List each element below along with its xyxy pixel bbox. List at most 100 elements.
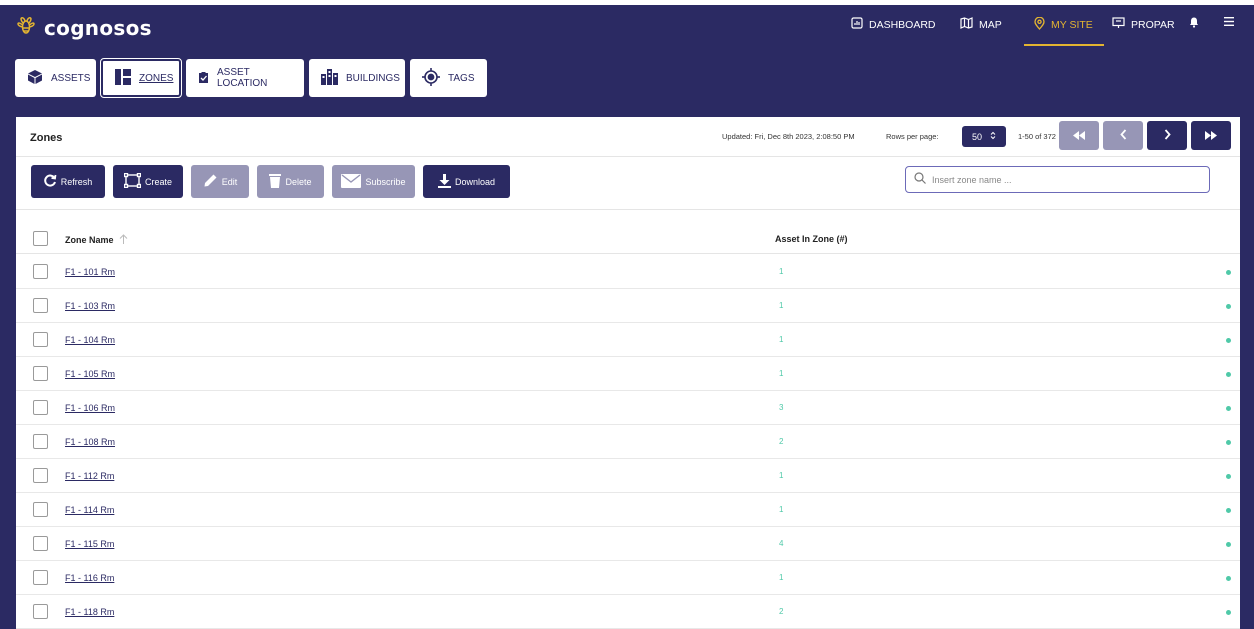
- table-row[interactable]: F1 - 104 Rm 1: [16, 323, 1240, 357]
- row-checkbox[interactable]: [33, 332, 48, 347]
- nav-my-site-label: MY SITE: [1051, 19, 1093, 31]
- table-row[interactable]: F1 - 105 Rm 1: [16, 357, 1240, 391]
- rows-per-page-label: Rows per page:: [886, 132, 939, 141]
- tab-asset-location[interactable]: ASSET LOCATION: [186, 59, 304, 97]
- zone-name-link[interactable]: F1 - 108 Rm: [65, 437, 115, 447]
- crosshair-target-icon: [422, 67, 440, 89]
- row-checkbox[interactable]: [33, 264, 48, 279]
- sort-arrow-up-icon: [119, 234, 128, 246]
- table-row[interactable]: F1 - 114 Rm 1: [16, 493, 1240, 527]
- row-checkbox[interactable]: [33, 468, 48, 483]
- envelope-icon: [341, 173, 362, 190]
- nav-map-label: MAP: [979, 18, 1002, 31]
- first-page-button[interactable]: [1059, 121, 1099, 150]
- asset-count: 1: [779, 573, 784, 582]
- column-header-asset-count[interactable]: Asset In Zone (#): [775, 234, 848, 244]
- table-row[interactable]: F1 - 115 Rm 4: [16, 527, 1240, 561]
- last-page-button[interactable]: [1191, 121, 1231, 150]
- tab-tags[interactable]: TAGS: [410, 59, 487, 97]
- notifications-bell-icon[interactable]: [1189, 17, 1199, 28]
- asset-count: 1: [779, 301, 784, 310]
- zone-name-link[interactable]: F1 - 103 Rm: [65, 301, 115, 311]
- tab-zones[interactable]: ZONES: [100, 58, 182, 98]
- buildings-icon: [321, 68, 338, 88]
- zone-name-link[interactable]: F1 - 114 Rm: [65, 505, 114, 515]
- row-checkbox[interactable]: [33, 570, 48, 585]
- table-row[interactable]: F1 - 106 Rm 3: [16, 391, 1240, 425]
- nav-my-site[interactable]: MY SITE: [1034, 16, 1093, 33]
- brand-logo[interactable]: cognosos: [14, 13, 152, 42]
- rows-per-page-value: 50: [971, 131, 982, 142]
- previous-page-button[interactable]: [1103, 121, 1143, 150]
- table-row[interactable]: F1 - 116 Rm 1: [16, 561, 1240, 595]
- search-input[interactable]: [932, 174, 1192, 185]
- asset-count: 1: [779, 471, 784, 480]
- toolbar-divider: [16, 209, 1240, 210]
- status-dot-icon: [1226, 304, 1231, 309]
- table-row[interactable]: F1 - 118 Rm 2: [16, 595, 1240, 629]
- rows-per-page-select[interactable]: 50: [962, 126, 1006, 147]
- nav-dashboard[interactable]: DASHBOARD: [851, 17, 936, 32]
- status-dot-icon: [1226, 270, 1231, 275]
- row-checkbox[interactable]: [33, 502, 48, 517]
- zone-name-link[interactable]: F1 - 115 Rm: [65, 539, 114, 549]
- tab-zones-label: ZONES: [139, 72, 174, 84]
- tab-buildings-label: BUILDINGS: [346, 72, 400, 84]
- refresh-icon: [43, 174, 57, 189]
- row-checkbox[interactable]: [33, 536, 48, 551]
- nav-dashboard-label: DASHBOARD: [869, 18, 936, 31]
- hamburger-menu-icon[interactable]: [1224, 17, 1234, 26]
- next-page-button[interactable]: [1147, 121, 1187, 150]
- status-dot-icon: [1226, 406, 1231, 411]
- create-button[interactable]: Create: [113, 165, 183, 198]
- chart-icon: [851, 17, 863, 32]
- nav-active-indicator: [1024, 44, 1104, 46]
- status-dot-icon: [1226, 610, 1231, 615]
- tab-tags-label: TAGS: [448, 72, 475, 84]
- delete-button[interactable]: Delete: [257, 165, 324, 198]
- create-label: Create: [144, 176, 172, 187]
- row-checkbox[interactable]: [33, 604, 48, 619]
- table-row[interactable]: F1 - 108 Rm 2: [16, 425, 1240, 459]
- pencil-icon: [203, 173, 218, 190]
- search-icon: [914, 171, 926, 189]
- row-checkbox[interactable]: [33, 298, 48, 313]
- updown-chevron-icon: [990, 131, 996, 142]
- table-row[interactable]: F1 - 101 Rm 1: [16, 255, 1240, 289]
- refresh-button[interactable]: Refresh: [31, 165, 105, 198]
- zone-name-link[interactable]: F1 - 105 Rm: [65, 369, 115, 379]
- download-button[interactable]: Download: [423, 165, 510, 198]
- zone-name-link[interactable]: F1 - 118 Rm: [65, 607, 114, 617]
- asset-count: 1: [779, 335, 784, 344]
- zone-name-link[interactable]: F1 - 112 Rm: [65, 471, 114, 481]
- status-dot-icon: [1226, 542, 1231, 547]
- subscribe-button[interactable]: Subscribe: [332, 165, 415, 198]
- double-left-arrow-icon: [1073, 129, 1085, 143]
- nav-propar[interactable]: PROPAR: [1112, 17, 1175, 32]
- tab-asset-location-label: ASSET LOCATION: [217, 67, 268, 89]
- edit-button[interactable]: Edit: [191, 165, 249, 198]
- table-row[interactable]: F1 - 103 Rm 1: [16, 289, 1240, 323]
- layout-grid-icon: [115, 68, 131, 88]
- table-row[interactable]: F1 - 112 Rm 1: [16, 459, 1240, 493]
- row-checkbox[interactable]: [33, 434, 48, 449]
- subscribe-label: Subscribe: [365, 176, 406, 187]
- zone-name-link[interactable]: F1 - 106 Rm: [65, 403, 115, 413]
- zone-name-link[interactable]: F1 - 116 Rm: [65, 573, 114, 583]
- column-header-zone-name[interactable]: Zone Name: [65, 234, 128, 246]
- status-dot-icon: [1226, 372, 1231, 377]
- zone-name-link[interactable]: F1 - 101 Rm: [65, 267, 115, 277]
- select-all-checkbox[interactable]: [33, 231, 48, 246]
- status-dot-icon: [1226, 508, 1231, 513]
- status-dot-icon: [1226, 576, 1231, 581]
- tab-buildings[interactable]: BUILDINGS: [309, 59, 405, 97]
- row-checkbox[interactable]: [33, 366, 48, 381]
- nav-map[interactable]: MAP: [960, 17, 1002, 32]
- row-checkbox[interactable]: [33, 400, 48, 415]
- clipboard-check-icon: [198, 71, 209, 86]
- zone-name-link[interactable]: F1 - 104 Rm: [65, 335, 115, 345]
- zone-search-box[interactable]: [905, 166, 1210, 193]
- asset-count: 4: [779, 539, 784, 548]
- page-title: Zones: [30, 132, 63, 144]
- tab-assets[interactable]: ASSETS: [15, 59, 96, 97]
